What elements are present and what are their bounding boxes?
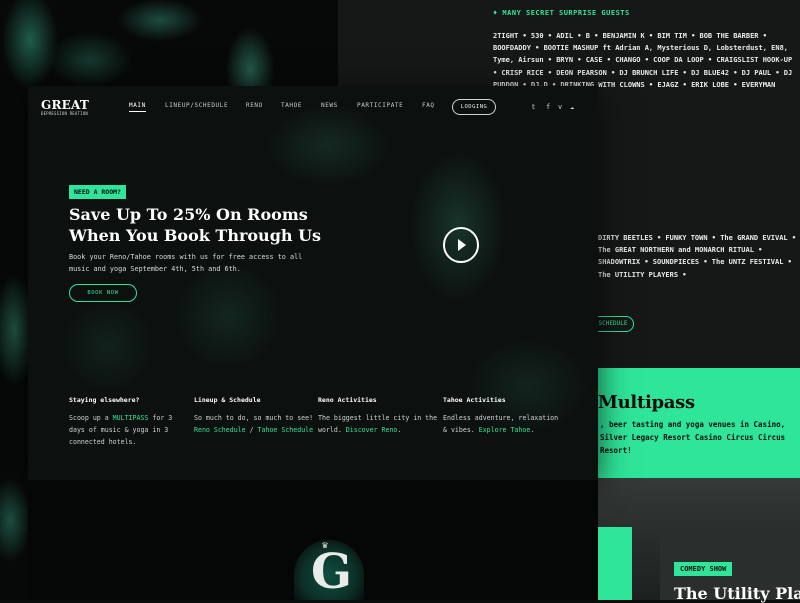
info-column-lineup: Lineup & Schedule So much to do, so much… [194, 396, 314, 436]
book-now-button[interactable]: BOOK NOW [69, 284, 137, 302]
info-column-reno: Reno Activities The biggest little city … [318, 396, 438, 436]
info-column-staying: Staying elsewhere? Scoop up a MULTIPASS … [69, 396, 189, 448]
column-text: Endless adventure, relaxation & vibes. E… [443, 412, 563, 436]
nav-lineup-schedule[interactable]: LINEUP/SCHEDULE [165, 102, 228, 109]
multipass-section: Multipass , beer tasting and yoga venues… [598, 368, 800, 478]
nav-tahoe[interactable]: TAHOE [281, 102, 302, 109]
info-column-tahoe: Tahoe Activities Endless adventure, rela… [443, 396, 563, 436]
column-title: Reno Activities [318, 396, 377, 404]
nav-reno[interactable]: RENO [246, 102, 263, 109]
need-room-badge: NEED A ROOM? [69, 185, 126, 199]
text-segment: So much to do, so much to see! [194, 414, 314, 422]
nav-main[interactable]: MAIN [129, 102, 146, 112]
nav-news[interactable]: NEWS [321, 102, 338, 109]
text-segment: Scoop up a [69, 414, 113, 422]
multipass-title: Multipass [598, 392, 695, 413]
column-title: Lineup & Schedule [194, 396, 261, 404]
column-title: Staying elsewhere? [69, 396, 140, 404]
explore-tahoe-link[interactable]: Explore Tahoe [479, 426, 531, 434]
emblem-letter-icon: G [311, 544, 352, 600]
text-segment: . [397, 426, 402, 434]
play-icon [458, 239, 466, 251]
play-video-button[interactable] [443, 227, 479, 263]
guests-list-continued: DIRTY BEETLES • FUNKY TOWN • The GRAND E… [598, 232, 800, 281]
bottom-section: ♛ G [28, 480, 598, 600]
twitter-icon[interactable]: 𝕥 [532, 103, 535, 111]
facebook-icon[interactable]: f [546, 103, 550, 111]
nav-participate[interactable]: PARTICIPATE [357, 102, 403, 109]
hero-description: Book your Reno/Tahoe rooms with us for f… [69, 253, 303, 273]
column-text: So much to do, so much to see! Reno Sche… [194, 412, 314, 436]
schedule-button[interactable]: SCHEDULE [592, 316, 634, 332]
vimeo-icon[interactable]: v [558, 103, 562, 111]
multipass-link[interactable]: MULTIPASS [113, 414, 149, 422]
logo[interactable]: GREAT [41, 99, 89, 111]
soundcloud-icon[interactable]: ☁ [570, 103, 574, 111]
hero-title: Save Up To 25% On Rooms When You Book Th… [69, 205, 322, 245]
guests-heading: ♦ MANY SECRET SURPRISE GUESTS [493, 9, 630, 17]
multipass-text: , beer tasting and yoga venues in Casino… [600, 420, 786, 455]
text-separator: / [245, 426, 258, 434]
discover-reno-link[interactable]: Discover Reno [346, 426, 398, 434]
lodging-button[interactable]: LODGING [452, 99, 496, 115]
column-text: The biggest little city in the world. Di… [318, 412, 438, 436]
column-text: Scoop up a MULTIPASS for 3 days of music… [69, 412, 189, 448]
logo-subtitle: DEPRESSION REATION [41, 111, 88, 116]
reno-schedule-link[interactable]: Reno Schedule [194, 426, 246, 434]
main-page: GREAT DEPRESSION REATION MAIN LINEUP/SCH… [28, 86, 598, 480]
text-segment: . [530, 426, 535, 434]
guests-list-partial: DIRTY BEETLES • FUNKY TOWN • The GRAND E… [598, 234, 797, 279]
accent-strip [598, 527, 632, 600]
comedy-badge: COMEDY SHOW [674, 562, 733, 576]
tahoe-schedule-link[interactable]: Tahoe Schedule [258, 426, 314, 434]
guests-list: 2TIGHT • 530 • ADIL • B • BENJAMIN K • B… [493, 32, 793, 89]
comedy-title[interactable]: The Utility Pla [674, 584, 800, 603]
column-title: Tahoe Activities [443, 396, 506, 404]
nav-faq[interactable]: FAQ [422, 102, 435, 109]
